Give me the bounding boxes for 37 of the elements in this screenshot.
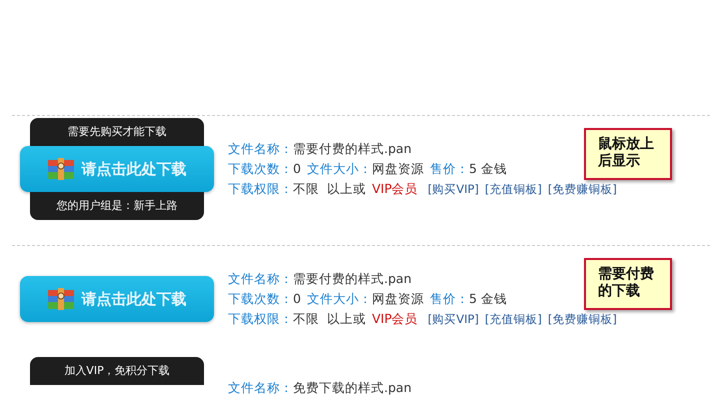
link[interactable]: [免费赚铜板] xyxy=(548,309,617,329)
field-value: 5 金钱 xyxy=(468,160,507,178)
sticky-note: 需要付费的下载 xyxy=(584,258,672,310)
tooltip: 需要先购买才能下载 xyxy=(30,118,204,146)
field-value: 5 金钱 xyxy=(468,290,507,308)
file-name: 需要付费的样式.pan xyxy=(293,140,412,158)
books-icon xyxy=(48,158,74,180)
field-label: 售价： xyxy=(430,290,469,308)
field-value: 不限 以上或 xyxy=(293,180,366,198)
field-value: 0 xyxy=(293,160,301,178)
field-value: 0 xyxy=(293,290,301,308)
field-label: 文件大小： xyxy=(306,160,372,178)
field-label: 文件名称： xyxy=(228,140,293,158)
vip-label: VIP会员 xyxy=(372,180,418,198)
field-label: 下载次数： xyxy=(228,290,293,308)
field-label: 下载权限： xyxy=(228,180,293,198)
books-icon xyxy=(48,288,74,310)
field-value: 不限 以上或 xyxy=(293,310,366,328)
field-value: 网盘资源 xyxy=(372,160,424,178)
link[interactable]: [充值铜板] xyxy=(484,179,542,199)
sticky-note: 鼠标放上后显示 xyxy=(584,128,672,180)
link[interactable]: [免费赚铜板] xyxy=(548,179,617,199)
field-value: 网盘资源 xyxy=(372,290,424,308)
tooltip: 您的用户组是：新手上路 xyxy=(30,192,204,220)
field-label: 售价： xyxy=(430,160,469,178)
link[interactable]: [充值铜板] xyxy=(484,309,542,329)
link[interactable]: [购买VIP] xyxy=(428,179,479,199)
file-name: 免费下载的样式.pan xyxy=(293,379,412,397)
field-label: 文件名称： xyxy=(228,270,293,288)
field-label: 下载权限： xyxy=(228,310,293,328)
field-label: 文件大小： xyxy=(306,290,372,308)
field-label: 下载次数： xyxy=(228,160,293,178)
link[interactable]: [购买VIP] xyxy=(428,309,479,329)
tooltip: 加入VIP，免积分下载 xyxy=(30,357,204,385)
field-label: 文件名称： xyxy=(228,379,293,397)
vip-label: VIP会员 xyxy=(372,310,418,328)
file-name: 需要付费的样式.pan xyxy=(293,270,412,288)
